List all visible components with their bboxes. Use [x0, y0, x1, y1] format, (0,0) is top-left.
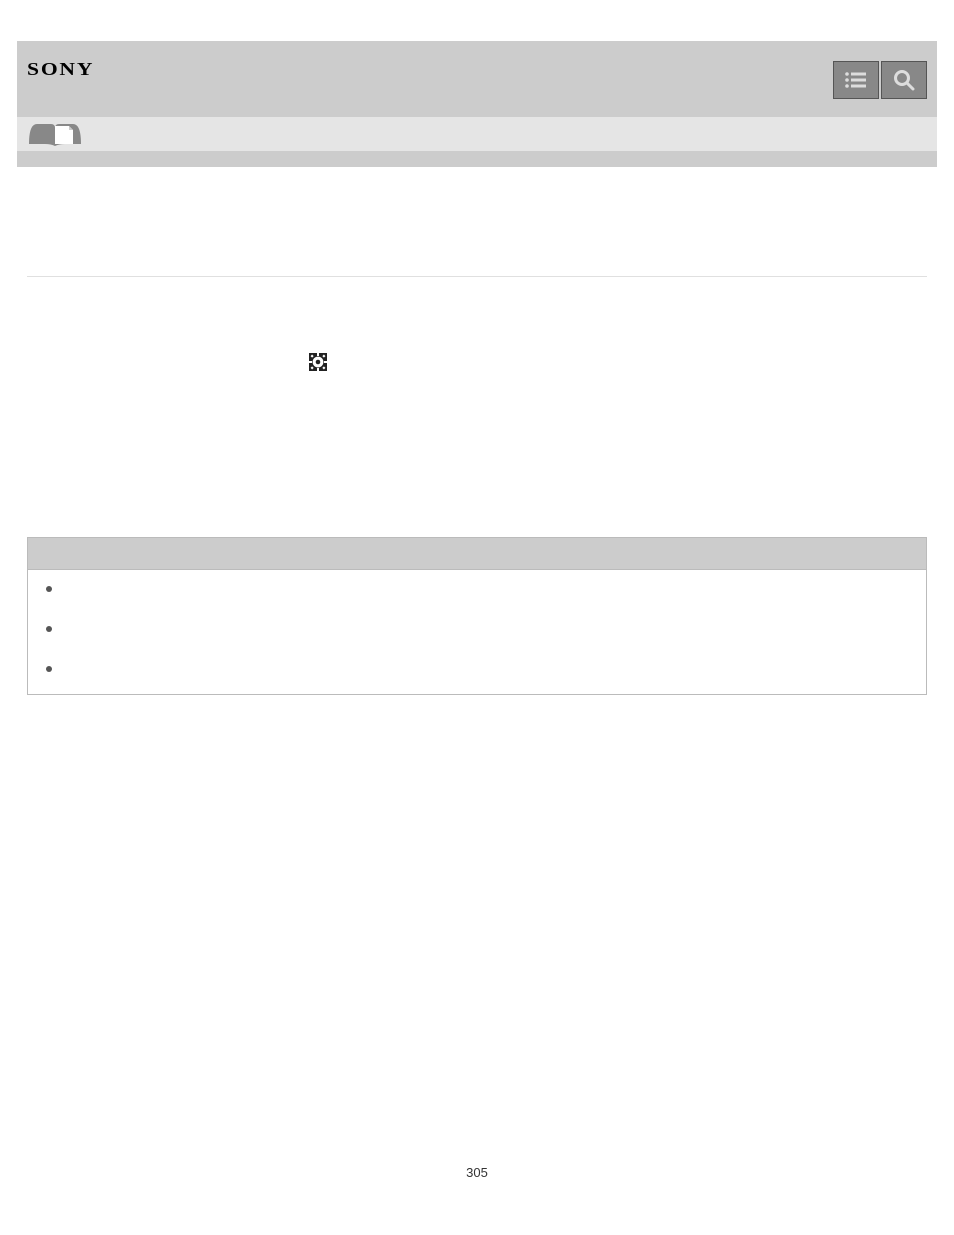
page-header: SONY	[17, 41, 937, 167]
note-item	[46, 580, 908, 592]
page-number: 305	[17, 695, 937, 1220]
breadcrumb	[27, 177, 927, 277]
page-content	[17, 167, 937, 695]
step-1	[27, 347, 927, 379]
settings-icon	[309, 353, 327, 371]
list-icon	[844, 71, 868, 89]
header-mid-bar	[17, 117, 937, 151]
note-item	[46, 620, 908, 632]
body-text-area	[27, 379, 927, 529]
header-button-group	[833, 61, 927, 99]
note-item	[46, 660, 908, 672]
header-bottom-bar	[17, 151, 937, 167]
header-top-bar: SONY	[17, 41, 937, 117]
page-title-area	[27, 287, 927, 347]
search-button[interactable]	[881, 61, 927, 99]
sony-logo: SONY	[27, 59, 94, 80]
note-body	[28, 570, 926, 694]
search-icon	[893, 69, 915, 91]
menu-button[interactable]	[833, 61, 879, 99]
help-guide-icon	[27, 118, 83, 150]
note-heading	[28, 538, 926, 570]
note-box	[27, 537, 927, 695]
